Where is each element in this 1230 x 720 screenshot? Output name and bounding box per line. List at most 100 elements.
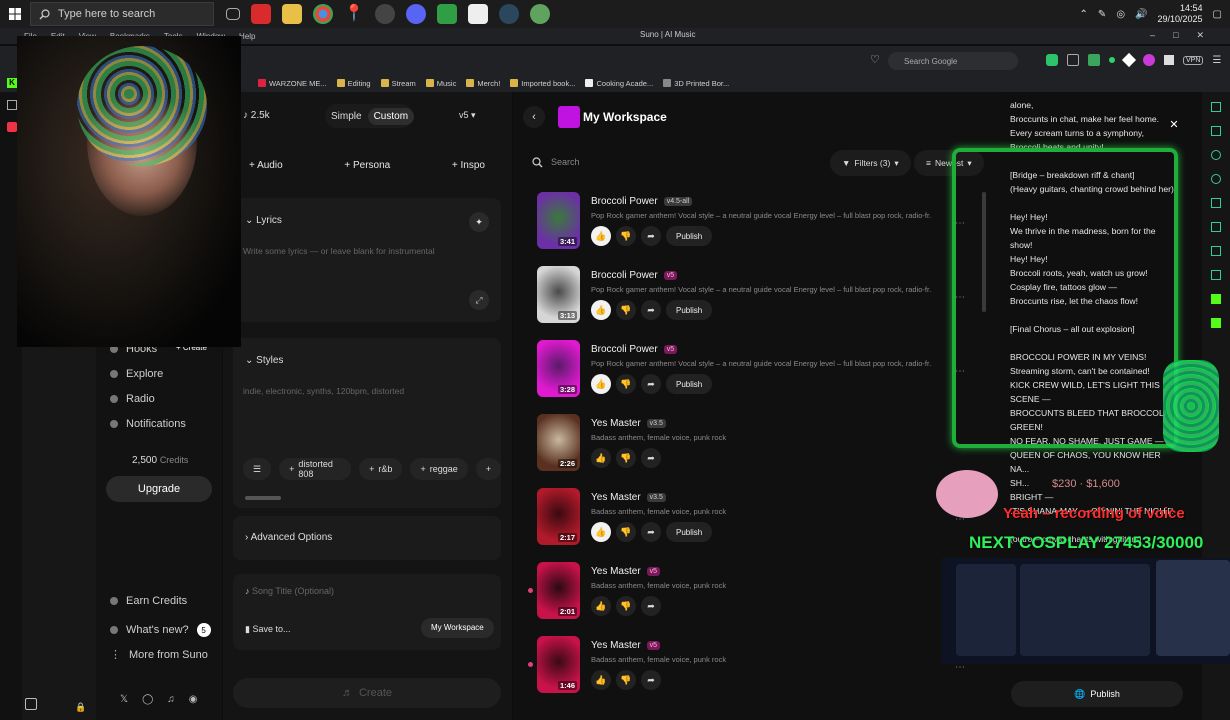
taskbar-search-box[interactable]: Type here to search: [30, 2, 214, 26]
bookmark-imported[interactable]: Imported book...: [510, 79, 575, 88]
add-audio-button[interactable]: + Audio: [233, 156, 299, 175]
publish-button[interactable]: Publish: [666, 522, 713, 542]
lyrics-publish-button[interactable]: 🌐 Publish: [1011, 681, 1183, 707]
kick-icon[interactable]: [1211, 318, 1221, 328]
advanced-options[interactable]: › Advanced Options: [233, 516, 501, 560]
song-cover-art[interactable]: 2:01: [537, 562, 580, 619]
lock-icon[interactable]: 🔒: [75, 702, 86, 713]
styles-input[interactable]: indie, electronic, synths, 120bpm, disto…: [243, 386, 404, 396]
steam-icon[interactable]: [499, 4, 519, 24]
menu-icon[interactable]: ☰: [1212, 55, 1221, 66]
vpn-badge[interactable]: VPN: [1183, 55, 1204, 65]
sidebar-panel-icon[interactable]: [7, 100, 17, 110]
nav-whats-new[interactable]: What's new? 5: [110, 623, 211, 637]
extension-icon-1[interactable]: [1046, 54, 1058, 66]
strip-icon-1[interactable]: [1211, 102, 1221, 112]
thumbs-down-icon[interactable]: 👎: [616, 448, 636, 468]
task-view-icon[interactable]: [226, 8, 240, 20]
styles-header[interactable]: ⌄ Styles: [245, 355, 283, 366]
tiktok-icon[interactable]: ♫: [167, 694, 175, 705]
bookmark-warzone[interactable]: WARZONE ME...: [258, 79, 327, 88]
song-title[interactable]: Yes Master: [591, 566, 641, 577]
song-row[interactable]: 2:26 Yes Master v3.5 Badass anthem, female …: [537, 414, 965, 474]
kick-icon[interactable]: [1211, 294, 1221, 304]
bookmark-music[interactable]: Music: [425, 79, 456, 88]
style-tag[interactable]: + r&b: [359, 458, 403, 480]
style-tag[interactable]: + reggae: [410, 458, 468, 480]
kick-icon[interactable]: K: [7, 78, 17, 88]
strip-icon-2[interactable]: [1211, 126, 1221, 136]
song-title[interactable]: Broccoli Power: [591, 196, 658, 207]
lyrics-header[interactable]: ⌄ Lyrics: [245, 215, 282, 226]
extension-icon-7[interactable]: [1164, 55, 1174, 65]
version-select[interactable]: v5 ▾: [459, 110, 476, 121]
bookmark-merch[interactable]: Merch!: [466, 79, 500, 88]
strip-icon-6[interactable]: [1211, 222, 1221, 232]
vivaldi-browser-icon[interactable]: [251, 4, 271, 24]
notification-icon[interactable]: ▢: [1213, 9, 1222, 20]
workspace-search[interactable]: Search: [522, 150, 822, 174]
checkbox-icon[interactable]: [25, 698, 37, 710]
extension-icon-6[interactable]: [1143, 54, 1155, 66]
pen-icon[interactable]: ✎: [1098, 9, 1106, 20]
thumbs-up-icon[interactable]: 👍: [591, 670, 611, 690]
save-to-workspace-select[interactable]: My Workspace: [421, 618, 494, 638]
windows-start-button[interactable]: [0, 0, 30, 28]
thumbs-up-icon[interactable]: 👍: [591, 448, 611, 468]
song-title[interactable]: Broccoli Power: [591, 270, 658, 281]
maximize-icon[interactable]: □: [1173, 30, 1178, 41]
mode-custom[interactable]: Custom: [367, 107, 415, 125]
thumbs-down-icon[interactable]: 👎: [616, 522, 636, 542]
thumbs-down-icon[interactable]: 👎: [616, 670, 636, 690]
song-cover-art[interactable]: 1:46: [537, 636, 580, 693]
song-cover-art[interactable]: 3:41: [537, 192, 580, 249]
extension-icon-4[interactable]: [1109, 57, 1115, 63]
bookmark-3d-printed[interactable]: 3D Printed Bor...: [663, 79, 729, 88]
nav-earn-credits[interactable]: Earn Credits: [110, 595, 187, 607]
style-tag-more[interactable]: +: [475, 458, 501, 480]
magic-wand-icon[interactable]: ✦: [469, 212, 489, 232]
bookmark-cooking[interactable]: Cooking Acade...: [585, 79, 653, 88]
thumbs-down-icon[interactable]: 👎: [616, 300, 636, 320]
nav-explore[interactable]: Explore: [110, 368, 163, 380]
style-library-icon[interactable]: ☰: [243, 458, 272, 480]
menu-help[interactable]: Help: [239, 32, 255, 41]
thumbs-up-icon[interactable]: 👍: [591, 596, 611, 616]
sidebar-tab-icon[interactable]: [7, 122, 17, 132]
bookmark-editing[interactable]: Editing: [336, 79, 371, 88]
bookmark-stream[interactable]: Stream: [380, 79, 416, 88]
share-icon[interactable]: ➦: [641, 448, 661, 468]
style-tag[interactable]: + distorted 808: [279, 458, 352, 480]
nav-radio[interactable]: Radio: [110, 393, 155, 405]
x-twitter-icon[interactable]: 𝕏: [120, 694, 128, 705]
song-title[interactable]: Yes Master: [591, 640, 641, 651]
song-row[interactable]: 3:41 Broccoli Power v4.5-all Pop Rock gamer…: [537, 192, 965, 252]
strip-icon-3[interactable]: [1211, 150, 1221, 160]
extension-icon-2[interactable]: [1067, 54, 1079, 66]
extension-icon-3[interactable]: [1088, 54, 1100, 66]
maps-pin-icon[interactable]: 📍: [344, 4, 364, 24]
song-cover-art[interactable]: 3:28: [537, 340, 580, 397]
strip-icon-7[interactable]: [1211, 246, 1221, 256]
song-row[interactable]: 3:28 Broccoli Power v5 Pop Rock gamer anthe…: [537, 340, 965, 400]
discord-icon[interactable]: ◉: [189, 694, 198, 705]
song-title[interactable]: Broccoli Power: [591, 344, 658, 355]
song-row[interactable]: 2:17 Yes Master v3.5 Badass anthem, female …: [537, 488, 965, 548]
publish-button[interactable]: Publish: [666, 226, 713, 246]
create-button[interactable]: ♬ Create: [233, 678, 501, 708]
thumbs-down-icon[interactable]: 👎: [616, 596, 636, 616]
discord-icon[interactable]: [406, 4, 426, 24]
nav-more-from-suno[interactable]: ⋮ More from Suno: [110, 648, 208, 662]
song-row[interactable]: 2:01 Yes Master v5 Badass anthem, female vo…: [528, 562, 965, 622]
share-icon[interactable]: ➦: [641, 596, 661, 616]
spreadsheet-app-icon[interactable]: [437, 4, 457, 24]
filters-button[interactable]: ▼ Filters (3) ▾: [830, 150, 911, 176]
song-cover-art[interactable]: 2:26: [537, 414, 580, 471]
close-window-icon[interactable]: ✕: [1196, 30, 1204, 41]
publish-button[interactable]: Publish: [666, 374, 713, 394]
thumbs-down-icon[interactable]: 👎: [616, 226, 636, 246]
thumbs-up-icon[interactable]: 👍: [591, 300, 611, 320]
search-google-field[interactable]: Search Google: [888, 52, 1018, 70]
instagram-icon[interactable]: ◯: [142, 694, 153, 705]
share-icon[interactable]: ➦: [641, 226, 661, 246]
